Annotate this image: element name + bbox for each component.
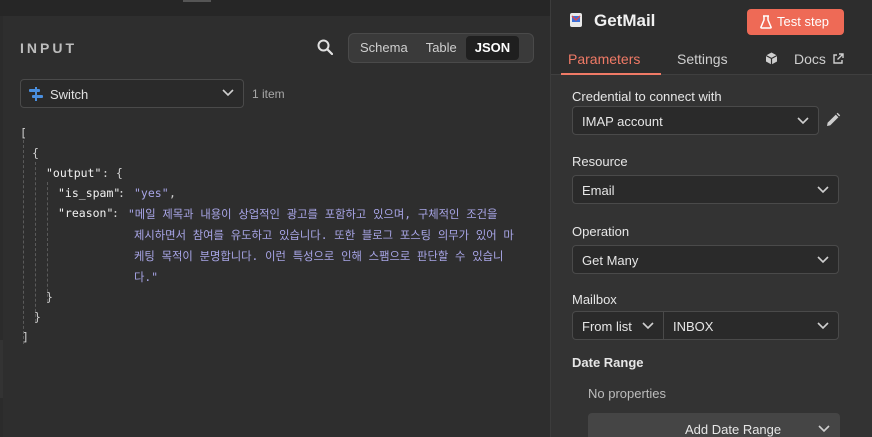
chevron-down-icon xyxy=(817,186,829,194)
credential-label: Credential to connect with xyxy=(572,89,722,104)
mailbox-select[interactable]: INBOX xyxy=(663,311,839,340)
external-link-icon xyxy=(833,53,844,64)
input-panel: INPUT Schema Table JSON Switch 1 item [ … xyxy=(3,16,563,437)
item-count: 1 item xyxy=(252,87,285,101)
json-reason-key: "reason" xyxy=(58,206,114,220)
json-colon: : xyxy=(112,206,119,220)
mailbox-value: INBOX xyxy=(673,319,714,334)
json-open-brace: { xyxy=(32,146,39,160)
node-title: GetMail xyxy=(594,11,656,30)
tab-docs[interactable]: Docs xyxy=(794,51,826,67)
json-open-bracket: [ xyxy=(20,126,27,140)
json-close-inner: } xyxy=(46,290,53,304)
test-step-label: Test step xyxy=(777,14,830,29)
json-reason-line: "메일 제목과 내용이 상업적인 광고를 포함하고 있으며, 구체적인 조건을 xyxy=(128,208,498,221)
mailbox-mode-value: From list xyxy=(582,319,632,334)
flask-icon xyxy=(760,15,772,29)
input-node-label: Switch xyxy=(50,87,89,102)
credential-value: IMAP account xyxy=(582,114,663,129)
json-guide xyxy=(35,162,36,322)
json-guide xyxy=(47,182,48,302)
json-is-spam-value: "yes" xyxy=(134,186,169,200)
operation-label: Operation xyxy=(572,224,630,239)
switch-node-icon xyxy=(29,87,43,101)
json-comma: , xyxy=(169,186,176,200)
chevron-down-icon xyxy=(642,322,654,330)
tab-schema[interactable]: Schema xyxy=(351,36,417,60)
chevron-down-icon xyxy=(797,117,809,125)
json-output-sep: : { xyxy=(102,166,123,180)
date-range-empty: No properties xyxy=(588,386,667,401)
tab-table[interactable]: Table xyxy=(417,36,466,60)
operation-value: Get Many xyxy=(582,253,639,268)
view-mode-toggle: Schema Table JSON xyxy=(348,33,534,63)
chevron-down-icon xyxy=(817,256,829,264)
edit-credential-icon[interactable] xyxy=(825,112,841,128)
chevron-down-icon xyxy=(817,322,829,330)
json-reason-line: 다." xyxy=(134,271,158,284)
test-step-button[interactable]: Test step xyxy=(747,9,844,35)
json-reason-line: 제시하면서 참여를 유도하고 있습니다. 또한 블로그 포스팅 의무가 있어 마 xyxy=(134,229,514,242)
box-icon xyxy=(765,52,778,65)
search-icon[interactable] xyxy=(317,39,333,55)
json-close-bracket: ] xyxy=(22,330,29,344)
tab-json[interactable]: JSON xyxy=(465,36,520,60)
add-date-range-button[interactable]: Add Date Range xyxy=(588,413,840,437)
input-panel-title: INPUT xyxy=(20,40,77,56)
resource-select[interactable]: Email xyxy=(572,175,839,204)
json-output-key: "output" xyxy=(46,166,102,180)
operation-select[interactable]: Get Many xyxy=(572,245,839,274)
mailbox-label: Mailbox xyxy=(572,292,617,307)
mailbox-mode-select[interactable]: From list xyxy=(572,311,664,340)
tab-parameters[interactable]: Parameters xyxy=(568,51,640,67)
json-reason-line: 케팅 목적이 분명합니다. 이런 특성으로 인해 스팸으로 판단할 수 있습니 xyxy=(134,250,504,263)
json-colon: : xyxy=(118,186,125,200)
json-guide xyxy=(23,140,24,344)
resource-label: Resource xyxy=(572,154,628,169)
tab-settings[interactable]: Settings xyxy=(677,51,728,67)
input-node-select[interactable]: Switch xyxy=(20,79,244,108)
node-settings-panel: GetMail Test step Parameters Settings Do… xyxy=(550,0,872,437)
resource-value: Email xyxy=(582,183,615,198)
add-date-range-label: Add Date Range xyxy=(685,422,782,437)
chevron-down-icon xyxy=(222,89,234,97)
json-close-outer: } xyxy=(34,310,41,324)
json-is-spam-key: "is_spam" xyxy=(58,186,121,200)
date-range-label: Date Range xyxy=(572,355,644,370)
mail-node-icon xyxy=(570,13,582,27)
credential-select[interactable]: IMAP account xyxy=(572,106,819,135)
chevron-down-icon xyxy=(818,425,830,433)
parameters-content: Credential to connect with IMAP account … xyxy=(551,75,872,437)
node-tabs: Parameters Settings Docs xyxy=(551,46,872,75)
top-chip xyxy=(183,0,211,2)
